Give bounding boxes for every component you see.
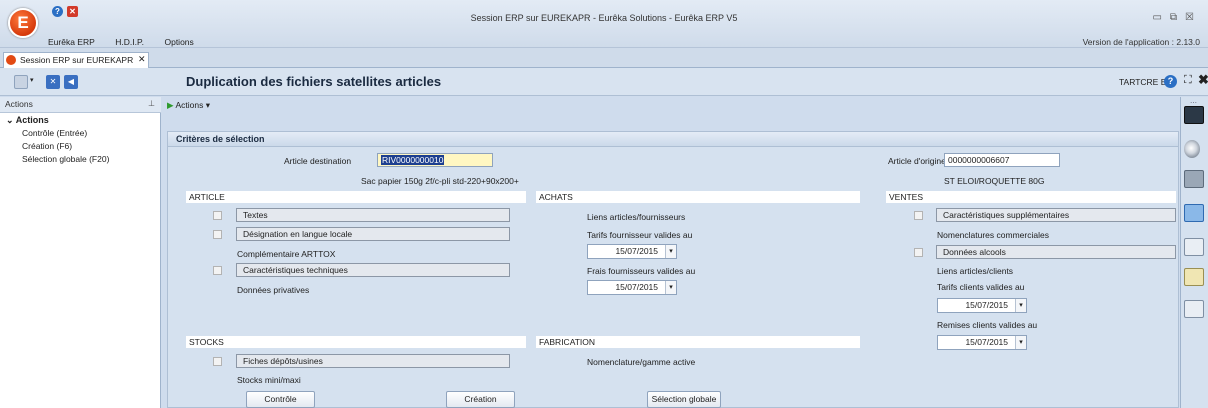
menu-bar: Eurêka ERP H.D.I.P. Options bbox=[48, 37, 212, 47]
actions-group-label: Actions bbox=[15, 115, 49, 125]
section-achats: ACHATS bbox=[536, 191, 860, 203]
menu-options[interactable]: Options bbox=[164, 37, 193, 47]
search-icon[interactable] bbox=[1184, 140, 1200, 158]
actions-menu[interactable]: ▶ Actions ▾ bbox=[167, 97, 1179, 115]
chevron-down-icon[interactable]: ▾ bbox=[30, 76, 34, 84]
liens-clients-label: Liens articles/clients bbox=[937, 266, 1014, 276]
window-controls[interactable]: ▭⧉☒ bbox=[1152, 12, 1202, 23]
textes-checkbox[interactable] bbox=[213, 211, 222, 220]
selection-globale-button[interactable]: Sélection globale bbox=[647, 391, 721, 408]
remises-clients-date[interactable]: 15/07/2015 bbox=[937, 335, 1027, 350]
tab-session[interactable]: Session ERP sur EUREKAPR bbox=[3, 52, 149, 68]
liens-fournisseurs-label: Liens articles/fournisseurs bbox=[587, 212, 686, 222]
tab-close-icon[interactable]: ✕ bbox=[138, 54, 146, 65]
frais-fournisseurs-label: Frais fournisseurs valides au bbox=[587, 266, 696, 276]
section-article: ARTICLE bbox=[186, 191, 526, 203]
complementaire-label: Complémentaire ARTTOX bbox=[237, 249, 336, 259]
action-creation[interactable]: Création (F6) bbox=[22, 141, 72, 151]
page-title: Duplication des fichiers satellites arti… bbox=[186, 74, 442, 89]
chevron-down-icon: ▾ bbox=[205, 100, 210, 110]
help-button[interactable]: ? bbox=[1164, 75, 1177, 88]
terminal-icon[interactable] bbox=[1184, 106, 1204, 124]
article-destination-input[interactable]: RIV0000000010 bbox=[377, 153, 493, 167]
stocks-mini-maxi-label: Stocks mini/maxi bbox=[237, 375, 301, 385]
remises-clients-label: Remises clients valides au bbox=[937, 320, 1038, 330]
toolbar bbox=[0, 68, 1208, 96]
caracteristiques-checkbox[interactable] bbox=[213, 266, 222, 275]
chevron-down-icon[interactable]: ▾ bbox=[1015, 299, 1026, 312]
donnees-alcools-field: Données alcools bbox=[936, 245, 1176, 259]
selection-criteria-title: Critères de sélection bbox=[167, 131, 1179, 147]
menu-eureka-erp[interactable]: Eurêka ERP bbox=[48, 37, 95, 47]
pin-icon[interactable]: ⊥ bbox=[148, 99, 155, 108]
tarifs-clients-label: Tarifs clients valides au bbox=[937, 282, 1025, 292]
document-icon[interactable] bbox=[1184, 238, 1204, 256]
donnees-privatives-label: Données privatives bbox=[237, 285, 310, 295]
tab-label: Session ERP sur EUREKAPR bbox=[20, 55, 134, 65]
caracteristiques-supp-field: Caractéristiques supplémentaires bbox=[936, 208, 1176, 222]
chevron-down-icon[interactable]: ▾ bbox=[665, 245, 676, 258]
tarifs-fournisseur-label: Tarifs fournisseur valides au bbox=[587, 230, 693, 240]
warning-message-icon[interactable] bbox=[1184, 204, 1204, 222]
menu-hdip[interactable]: H.D.I.P. bbox=[115, 37, 144, 47]
print-icon[interactable] bbox=[1184, 170, 1204, 188]
chevron-down-icon[interactable]: ▾ bbox=[1015, 336, 1026, 349]
actions-panel-header: Actions bbox=[0, 97, 161, 113]
section-ventes: VENTES bbox=[886, 191, 1176, 203]
donnees-alcools-checkbox[interactable] bbox=[914, 248, 923, 257]
tarifs-fournisseur-date[interactable]: 15/07/2015 bbox=[587, 244, 677, 259]
refresh-doc-icon[interactable] bbox=[1184, 300, 1204, 318]
actions-menu-label: Actions bbox=[175, 100, 204, 110]
article-destination-description: Sac papier 150g 2f/c-pli std-220+90x200+ bbox=[361, 176, 519, 186]
textes-field: Textes bbox=[236, 208, 510, 222]
creation-button[interactable]: Création bbox=[446, 391, 515, 408]
expand-icon[interactable]: ⛶ bbox=[1184, 74, 1192, 87]
article-origine-label: Article d'origine bbox=[888, 156, 946, 166]
fiches-depots-checkbox[interactable] bbox=[213, 357, 222, 366]
section-fabrication: FABRICATION bbox=[536, 336, 860, 348]
window-title: Session ERP sur EUREKAPR - Eurêka Soluti… bbox=[470, 13, 738, 23]
nomenclatures-commerciales-label: Nomenclatures commerciales bbox=[937, 230, 1049, 240]
article-destination-value: RIV0000000010 bbox=[381, 155, 445, 165]
designation-checkbox[interactable] bbox=[213, 230, 222, 239]
actions-group[interactable]: ⌄ Actions bbox=[6, 115, 49, 126]
action-selection-globale[interactable]: Sélection globale (F20) bbox=[22, 154, 109, 164]
close-window-button[interactable]: ✖ bbox=[1198, 72, 1208, 88]
copy-icon[interactable] bbox=[14, 75, 28, 89]
app-version: Version de l'application : 2.13.0 bbox=[1082, 37, 1200, 47]
designation-field: Désignation en langue locale bbox=[236, 227, 510, 241]
article-origine-description: ST ELOI/ROQUETTE 80G bbox=[944, 176, 1045, 186]
caracteristiques-field: Caractéristiques techniques bbox=[236, 263, 510, 277]
play-icon: ▶ bbox=[167, 100, 174, 110]
excel-icon[interactable]: ✕ bbox=[46, 75, 60, 89]
controle-button[interactable]: Contrôle bbox=[246, 391, 315, 408]
fiches-depots-field: Fiches dépôts/usines bbox=[236, 354, 510, 368]
tab-strip bbox=[0, 48, 1208, 68]
action-controle[interactable]: Contrôle (Entrée) bbox=[22, 128, 87, 138]
nomenclature-gamme-label: Nomenclature/gamme active bbox=[587, 357, 696, 367]
article-origine-input[interactable]: 0000000006607 bbox=[944, 153, 1060, 167]
session-icon bbox=[6, 55, 16, 65]
caracteristiques-supp-checkbox[interactable] bbox=[914, 211, 923, 220]
tarifs-clients-date[interactable]: 15/07/2015 bbox=[937, 298, 1027, 313]
article-destination-label: Article destination bbox=[284, 156, 352, 166]
back-icon[interactable]: ◀ bbox=[64, 75, 78, 89]
user-label: TARTCRE B bbox=[1119, 77, 1167, 87]
section-stocks: STOCKS bbox=[186, 336, 526, 348]
notes-icon[interactable] bbox=[1184, 268, 1204, 286]
chevron-down-icon[interactable]: ▾ bbox=[665, 281, 676, 294]
frais-fournisseurs-date[interactable]: 15/07/2015 bbox=[587, 280, 677, 295]
